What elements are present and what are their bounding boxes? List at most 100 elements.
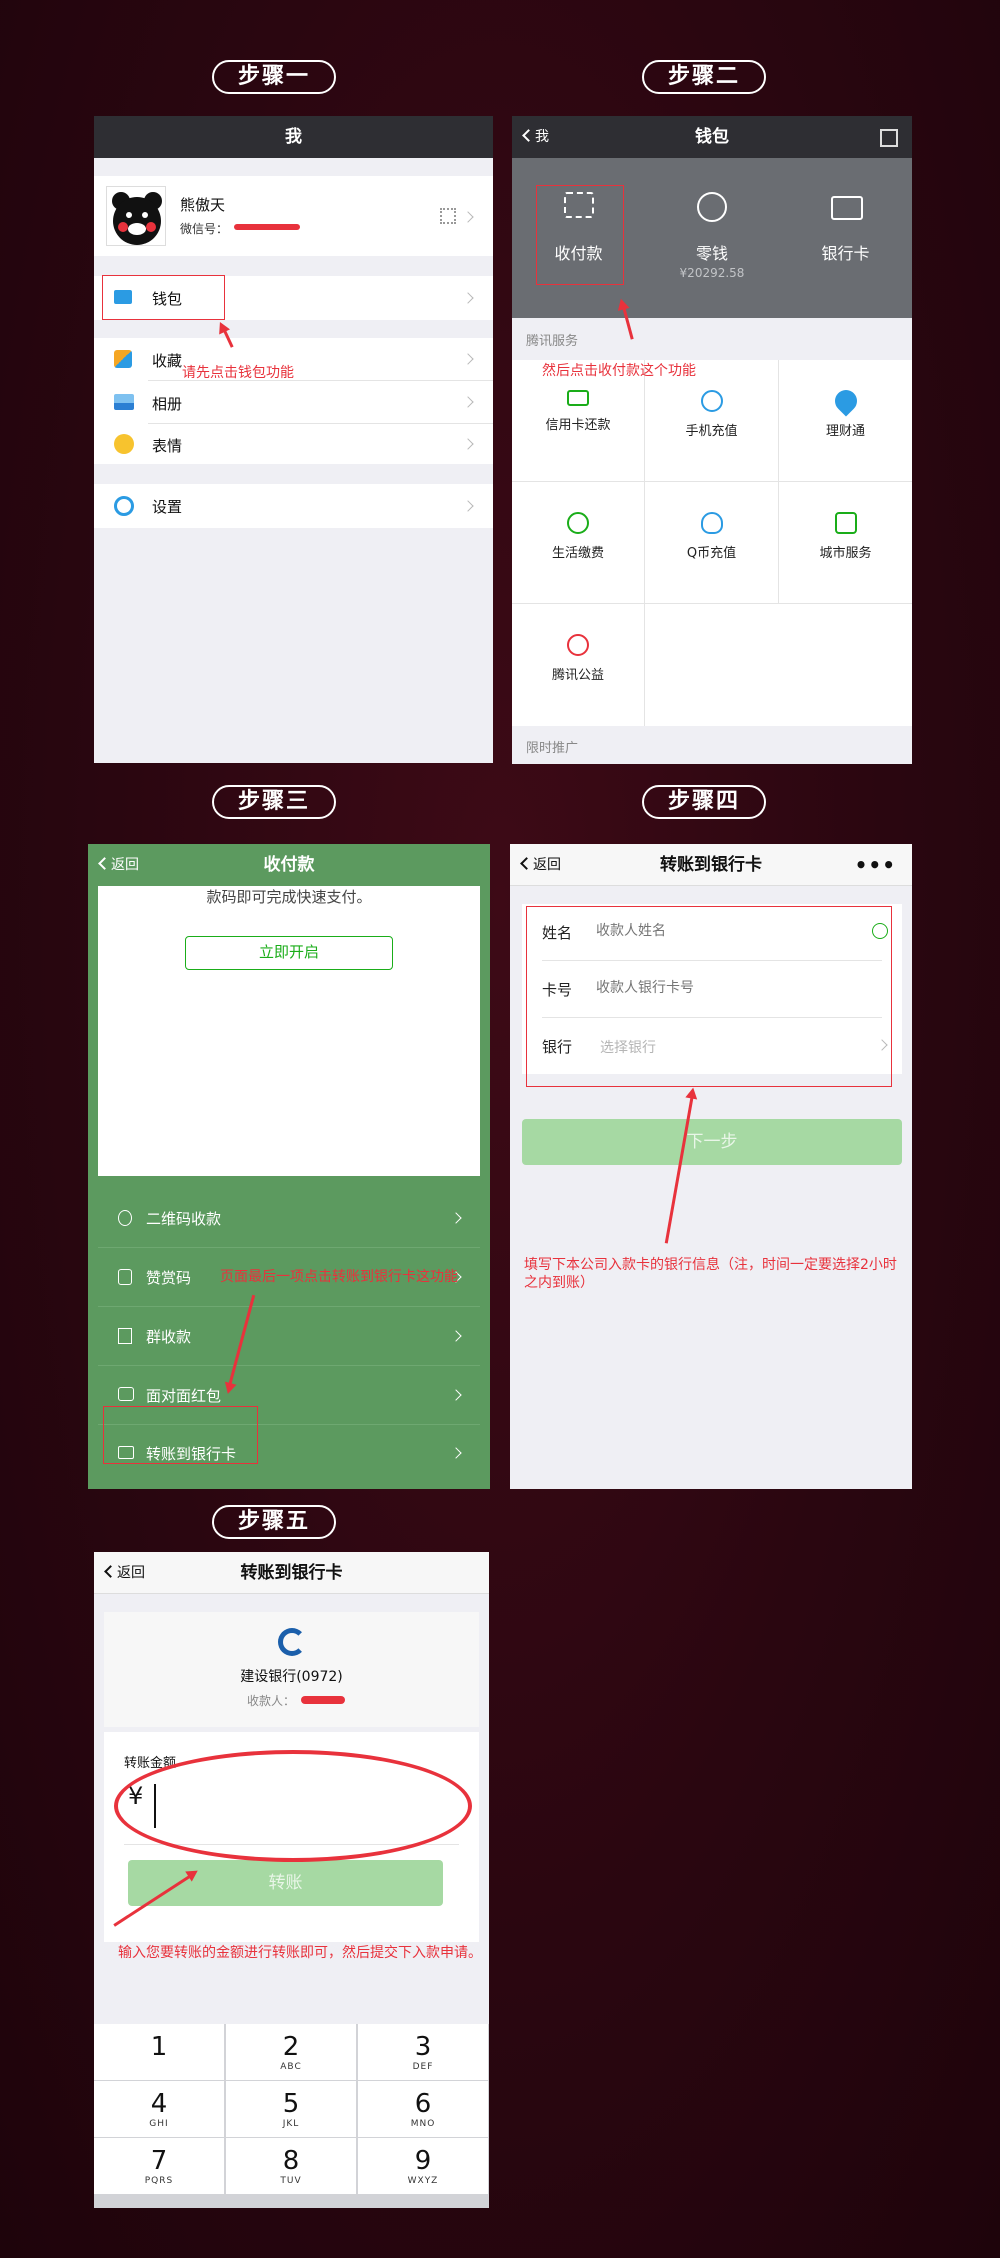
keypad-letters: TUV — [280, 2176, 302, 2186]
coin-icon — [697, 192, 727, 222]
option-label: 赞赏码 — [146, 1269, 192, 1287]
keypad-key-2[interactable]: 2 ABC — [226, 2024, 356, 2080]
change-amount: ¥20292.58 — [679, 266, 745, 280]
keypad-digit: 4 — [150, 2089, 168, 2119]
gear-icon — [114, 496, 134, 516]
chevron-right-icon — [450, 1389, 462, 1401]
keypad-key-1[interactable]: 1 — [94, 2024, 224, 2080]
keypad-digit: 2 — [282, 2032, 300, 2062]
keypad-digit: 9 — [414, 2146, 432, 2176]
qr-code-icon[interactable] — [440, 208, 456, 224]
card-text: 款码即可完成快速支付。 — [206, 888, 372, 906]
chevron-right-icon — [462, 500, 474, 512]
qr-card: 款码即可完成快速支付。 立即开启 — [98, 886, 480, 1176]
option-group-receive[interactable]: 群收款 — [98, 1308, 480, 1366]
change-button[interactable]: 零钱 ¥20292.58 — [645, 158, 779, 318]
next-step-button[interactable]: 下一步 — [522, 1119, 902, 1165]
amount-screen: 返回 转账到银行卡 建设银行(0972) 收款人： 转账金额 ¥ 转账 输入您要… — [94, 1552, 489, 2208]
keypad-digit: 6 — [414, 2089, 432, 2119]
service-qcoin[interactable]: Q币充值 — [645, 482, 778, 603]
pay-navbar: 返回 收付款 — [88, 844, 490, 886]
step-three-label: 步骤三 — [212, 785, 336, 819]
highlight-box — [103, 1406, 258, 1464]
keypad-key-4[interactable]: 4 GHI — [94, 2081, 224, 2137]
keypad-digit: 3 — [414, 2032, 432, 2062]
keypad-key-3[interactable]: 3 DEF — [358, 2024, 488, 2080]
highlight-box — [536, 185, 624, 285]
keypad-letters: GHI — [149, 2119, 169, 2129]
chevron-right-icon — [462, 353, 474, 365]
keypad-letters: WXYZ — [407, 2176, 439, 2186]
redacted-mark — [301, 1696, 345, 1704]
option-qr-receive[interactable]: 二维码收款 — [98, 1190, 480, 1248]
bolt-icon — [567, 512, 589, 534]
smiley-icon — [114, 434, 134, 454]
me-screen: 我 熊傲天 微信号： 钱包 收藏 相册 表情 设置 — [94, 116, 493, 763]
service-utilities[interactable]: 生活缴费 — [512, 482, 644, 603]
enable-button[interactable]: 立即开启 — [185, 936, 393, 970]
chevron-right-icon — [462, 292, 474, 304]
step-two-note: 然后点击收付款这个功能 — [542, 363, 696, 379]
back-button[interactable]: 返回 — [98, 844, 139, 886]
menu-label-settings: 设置 — [152, 498, 183, 516]
keypad-letters: MNO — [410, 2119, 436, 2129]
payee-card: 建设银行(0972) 收款人： — [104, 1612, 479, 1727]
menu-label-favorites: 收藏 — [152, 352, 183, 370]
step-one-note: 请先点击钱包功能 — [182, 365, 294, 381]
menu-item-album[interactable]: 相册 — [94, 381, 493, 423]
page-title: 钱包 — [695, 127, 729, 147]
keypad-key-8[interactable]: 8 TUV — [226, 2138, 356, 2194]
back-button[interactable]: 我 — [522, 116, 549, 158]
option-label: 二维码收款 — [146, 1210, 222, 1228]
menu-label-stickers: 表情 — [152, 437, 183, 455]
chevron-right-icon — [450, 1330, 462, 1342]
cube-icon — [114, 350, 132, 368]
amount-navbar: 返回 转账到银行卡 — [94, 1552, 489, 1594]
bank-form-navbar: 返回 转账到银行卡 ••• — [510, 844, 912, 886]
empty-cell — [645, 604, 912, 726]
menu-item-settings[interactable]: 设置 — [94, 484, 493, 528]
service-city[interactable]: 城市服务 — [779, 482, 912, 603]
page-title: 转账到银行卡 — [660, 855, 762, 875]
wallet-navbar: 我 钱包 — [512, 116, 912, 158]
chevron-right-icon — [462, 211, 474, 223]
bank-card-button[interactable]: 银行卡 — [779, 158, 912, 318]
ccb-bank-logo-icon — [278, 1628, 306, 1656]
keypad-key-6[interactable]: 6 MNO — [358, 2081, 488, 2137]
keypad-key-5[interactable]: 5 JKL — [226, 2081, 356, 2137]
step-four-note: 填写下本公司入款卡的银行信息（注，时间一定要选择2小时之内到账） — [524, 1257, 897, 1291]
service-wealth[interactable]: 理财通 — [779, 360, 912, 481]
qq-icon — [700, 512, 723, 534]
city-icon — [834, 512, 857, 534]
keypad-letters: PQRS — [144, 2176, 174, 2186]
chevron-right-icon — [462, 438, 474, 450]
keypad-key-7[interactable]: 7 PQRS — [94, 2138, 224, 2194]
chevron-right-icon — [450, 1212, 462, 1224]
bank-card-label: 银行卡 — [821, 244, 870, 263]
service-charity[interactable]: 腾讯公益 — [512, 604, 644, 726]
page-title: 转账到银行卡 — [240, 1563, 343, 1583]
keypad-digit: 5 — [282, 2089, 300, 2119]
wealth-drop-icon — [829, 385, 862, 417]
profile-row[interactable]: 熊傲天 微信号： — [94, 176, 493, 256]
back-button[interactable]: 返回 — [520, 844, 561, 886]
numeric-keypad: 1 2 ABC 3 DEF 4 GHI 5 JKL 6 MNO 7 PQRS 8 TUV 9 WXYZ — [94, 2024, 489, 2208]
step-five-note: 输入您要转账的金额进行转账即可，然后提交下入款申请。 — [118, 1945, 482, 1961]
back-button[interactable]: 返回 — [104, 1552, 145, 1594]
card-icon — [831, 196, 863, 220]
step-one-label: 步骤一 — [212, 60, 336, 94]
grid-menu-icon[interactable] — [880, 129, 898, 147]
step-three-note: 页面最后一项点击转账到银行卡这功能 — [220, 1269, 458, 1285]
keypad-key-9[interactable]: 9 WXYZ — [358, 2138, 488, 2194]
change-label: 零钱 — [695, 244, 728, 263]
menu-label-album: 相册 — [152, 395, 183, 413]
more-icon[interactable]: ••• — [855, 844, 896, 886]
page-title: 我 — [285, 127, 302, 147]
chevron-right-icon — [450, 1447, 462, 1459]
option-label: 面对面红包 — [146, 1387, 222, 1405]
highlight-ellipse — [114, 1750, 472, 1862]
payee-label: 收款人： — [247, 1694, 296, 1708]
menu-item-stickers[interactable]: 表情 — [94, 424, 493, 464]
keypad-digit: 8 — [282, 2146, 300, 2176]
section-header-tencent: 腾讯服务 — [526, 334, 579, 349]
